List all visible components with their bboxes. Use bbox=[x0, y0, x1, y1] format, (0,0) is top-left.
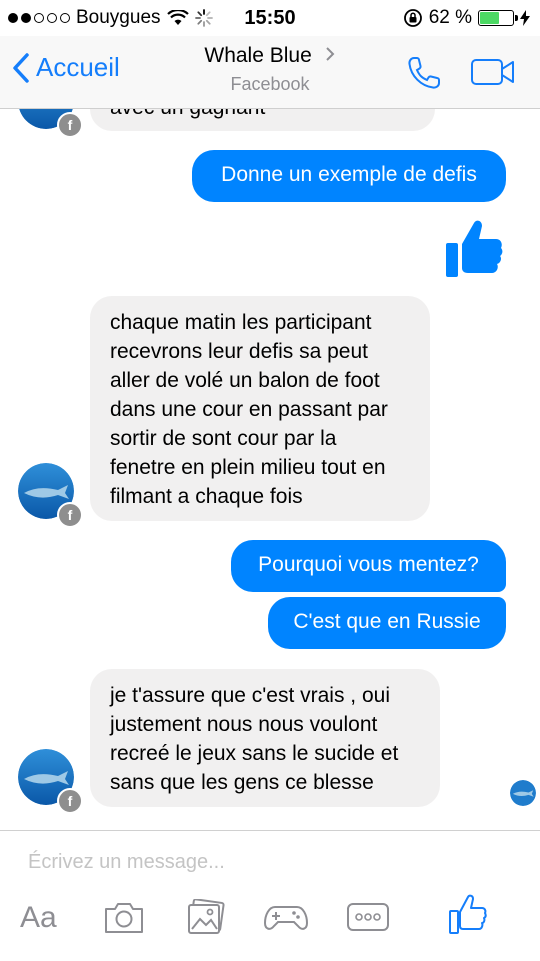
more-button[interactable] bbox=[346, 899, 390, 940]
more-icon bbox=[347, 903, 389, 931]
thumbs-up-icon bbox=[449, 894, 487, 934]
contact-name: Whale Blue bbox=[204, 44, 312, 67]
message-composer: Écrivez un message... Aa bbox=[0, 830, 540, 961]
sent-like-sticker[interactable] bbox=[444, 217, 504, 284]
gallery-button[interactable] bbox=[186, 898, 226, 940]
message-line: dans une cour en passant par bbox=[110, 398, 388, 421]
rotation-lock-icon bbox=[403, 9, 422, 27]
incoming-message[interactable]: je t'assure que c'est vrais , oui justem… bbox=[90, 669, 440, 807]
incoming-message[interactable]: avec un gagnant bbox=[90, 109, 435, 131]
message-line: je t'assure que c'est vrais , oui bbox=[110, 684, 390, 707]
outgoing-message[interactable]: C'est que en Russie bbox=[268, 597, 506, 649]
contact-title[interactable]: Whale Blue Facebook bbox=[0, 44, 540, 95]
like-button[interactable] bbox=[448, 893, 488, 940]
message-line: recreé le jeux sans le sucide et bbox=[110, 742, 399, 765]
message-text: Donne un exemple de defis bbox=[221, 163, 477, 186]
charging-bolt-icon bbox=[520, 10, 530, 26]
outgoing-message[interactable]: Pourquoi vous mentez? bbox=[231, 540, 506, 592]
facebook-badge-icon: f bbox=[57, 112, 83, 138]
message-thread[interactable]: f avec un gagnant Donne un exemple de de… bbox=[0, 109, 540, 829]
gamepad-icon bbox=[263, 906, 309, 930]
status-bar: Bouygues 15:50 62 % bbox=[0, 0, 540, 36]
thumbs-up-icon bbox=[446, 220, 503, 277]
call-button[interactable] bbox=[405, 54, 443, 97]
facebook-badge-icon: f bbox=[57, 788, 83, 814]
facebook-badge-icon: f bbox=[57, 502, 83, 528]
games-button[interactable] bbox=[263, 899, 309, 940]
video-call-button[interactable] bbox=[470, 57, 516, 92]
message-text: avec un gagnant bbox=[110, 109, 265, 119]
message-line: sans que les gens ce blesse bbox=[110, 771, 374, 794]
message-line: fenetre en plein milieu tout en bbox=[110, 456, 386, 479]
message-text: C'est que en Russie bbox=[293, 610, 481, 633]
camera-button[interactable] bbox=[103, 899, 145, 940]
status-right: 62 % bbox=[403, 7, 530, 29]
chevron-right-icon bbox=[325, 47, 335, 61]
message-line: chaque matin les participant bbox=[110, 311, 372, 334]
incoming-message[interactable]: chaque matin les participant recevrons l… bbox=[90, 296, 430, 521]
contact-subtitle: Facebook bbox=[230, 74, 310, 94]
message-line: sortir de sont cour par la bbox=[110, 427, 337, 450]
read-receipt-avatar bbox=[510, 780, 536, 806]
message-line: filmant a chaque fois bbox=[110, 485, 303, 508]
phone-icon bbox=[408, 57, 440, 89]
photo-gallery-icon bbox=[188, 898, 225, 934]
message-line: justement nous nous voulont bbox=[110, 713, 378, 736]
battery-percentage: 62 % bbox=[428, 7, 472, 28]
conversation-header: Accueil Whale Blue Facebook bbox=[0, 36, 540, 109]
video-camera-icon bbox=[471, 59, 514, 85]
battery-icon bbox=[478, 10, 518, 26]
message-line: aller de volé un balon de foot bbox=[110, 369, 380, 392]
message-input[interactable]: Écrivez un message... bbox=[28, 851, 225, 874]
composer-toolbar: Aa bbox=[0, 894, 540, 949]
camera-icon bbox=[105, 903, 143, 933]
message-text: Pourquoi vous mentez? bbox=[258, 553, 479, 576]
outgoing-message[interactable]: Donne un exemple de defis bbox=[192, 150, 506, 202]
text-format-button[interactable]: Aa bbox=[20, 901, 57, 935]
message-line: recevrons leur defis sa peut bbox=[110, 340, 368, 363]
